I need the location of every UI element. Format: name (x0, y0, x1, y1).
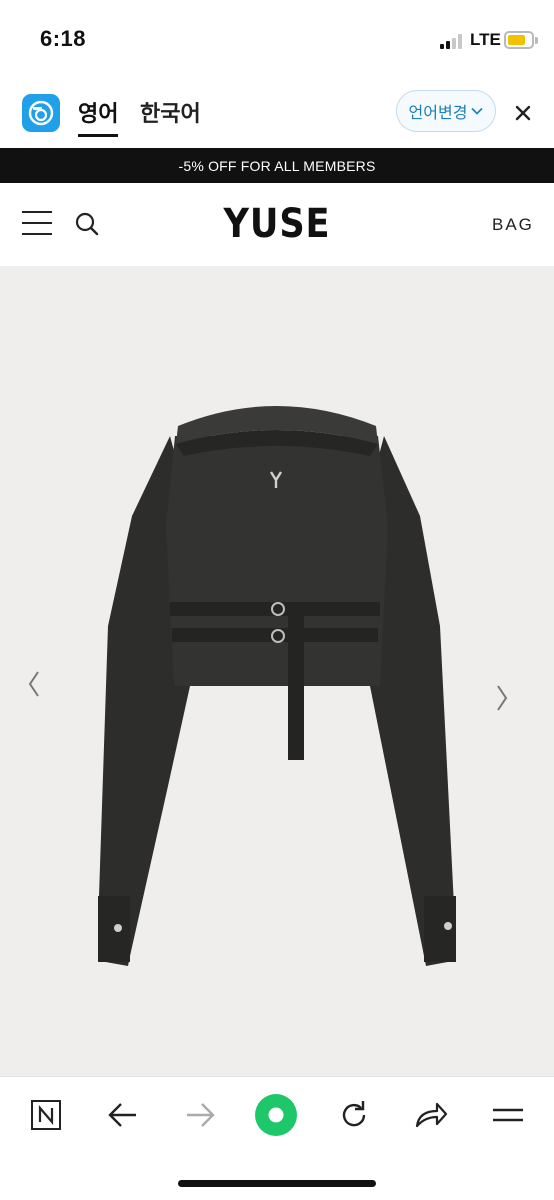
status-bar: 6:18 LTE (0, 0, 554, 80)
site-logo[interactable]: YUSE (33, 201, 521, 247)
change-language-button[interactable]: 언어변경 (396, 90, 496, 132)
product-photo (98, 406, 456, 966)
chevron-down-icon (471, 107, 484, 115)
close-icon[interactable] (510, 100, 536, 126)
reload-icon[interactable] (332, 1093, 376, 1137)
home-indicator (178, 1180, 376, 1187)
forward-arrow-icon[interactable] (178, 1093, 222, 1137)
back-arrow-icon[interactable] (101, 1093, 145, 1137)
green-dot-home-icon[interactable] (254, 1093, 298, 1137)
tab-korean[interactable]: 한국어 (140, 96, 201, 128)
chevron-left-icon[interactable] (22, 666, 46, 702)
menu-lines-icon[interactable] (486, 1093, 530, 1137)
share-icon[interactable] (409, 1093, 453, 1137)
product-image-carousel[interactable] (0, 266, 554, 1076)
naver-n-icon[interactable] (24, 1093, 68, 1137)
translation-bar: 영어 한국어 언어변경 (0, 80, 554, 148)
chevron-right-icon[interactable] (490, 680, 514, 716)
tab-english[interactable]: 영어 (78, 96, 119, 137)
change-language-label: 언어변경 (408, 105, 468, 122)
battery-icon (504, 31, 538, 49)
network-label: LTE (470, 30, 501, 49)
signal-strength-icon (440, 33, 466, 49)
promo-text: -5% OFF FOR ALL MEMBERS (178, 157, 376, 174)
promo-banner: -5% OFF FOR ALL MEMBERS (0, 148, 554, 183)
bag-link[interactable]: BAG (492, 215, 534, 235)
site-header: YUSE BAG (0, 183, 554, 266)
papago-icon[interactable] (22, 94, 60, 132)
status-time: 6:18 (40, 26, 87, 51)
